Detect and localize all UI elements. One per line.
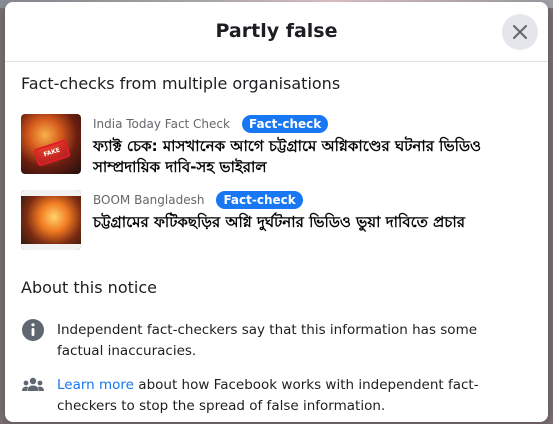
fact-check-thumbnail[interactable]: FAKE xyxy=(21,114,81,174)
partly-false-dialog: Partly false Fact-checks from multiple o… xyxy=(5,2,548,422)
info-text: Independent fact-checkers say that this … xyxy=(57,322,478,359)
close-icon xyxy=(513,25,527,39)
fact-check-title[interactable]: ফ্যাক্ট চেক: মাসখানেক আগে চট্টগ্রামে অগ্… xyxy=(93,136,533,178)
dialog-header: Partly false xyxy=(5,2,548,62)
dialog-title: Partly false xyxy=(215,20,338,42)
people-group-icon xyxy=(22,377,44,391)
fact-check-title[interactable]: চট্টগ্রামের ফটিকছড়ির অগ্নি দুর্ঘটনার ভি… xyxy=(93,212,533,233)
fact-check-item[interactable]: BOOM Bangladesh Fact-check চট্টগ্রামের ফ… xyxy=(21,190,536,252)
fact-check-thumbnail[interactable] xyxy=(21,190,81,250)
fact-check-meta: BOOM Bangladesh Fact-check xyxy=(93,191,303,209)
about-heading: About this notice xyxy=(21,278,157,297)
learn-more-text: Learn more about how Facebook works with… xyxy=(57,375,497,417)
thumbnail-border xyxy=(21,190,81,196)
fact-check-source: BOOM Bangladesh xyxy=(93,193,205,207)
fact-checks-heading: Fact-checks from multiple organisations xyxy=(21,74,341,93)
fact-check-source: India Today Fact Check xyxy=(93,117,230,131)
learn-more-link[interactable]: Learn more xyxy=(57,377,134,393)
fact-check-badge: Fact-check xyxy=(216,191,303,209)
close-button[interactable] xyxy=(502,14,538,50)
fact-check-item[interactable]: FAKE India Today Fact Check Fact-check ফ… xyxy=(21,114,536,176)
info-icon xyxy=(22,319,44,341)
fake-stamp: FAKE xyxy=(33,139,71,167)
fact-check-meta: India Today Fact Check Fact-check xyxy=(93,115,329,133)
fact-check-badge: Fact-check xyxy=(241,115,329,133)
thumbnail-border xyxy=(21,244,81,250)
